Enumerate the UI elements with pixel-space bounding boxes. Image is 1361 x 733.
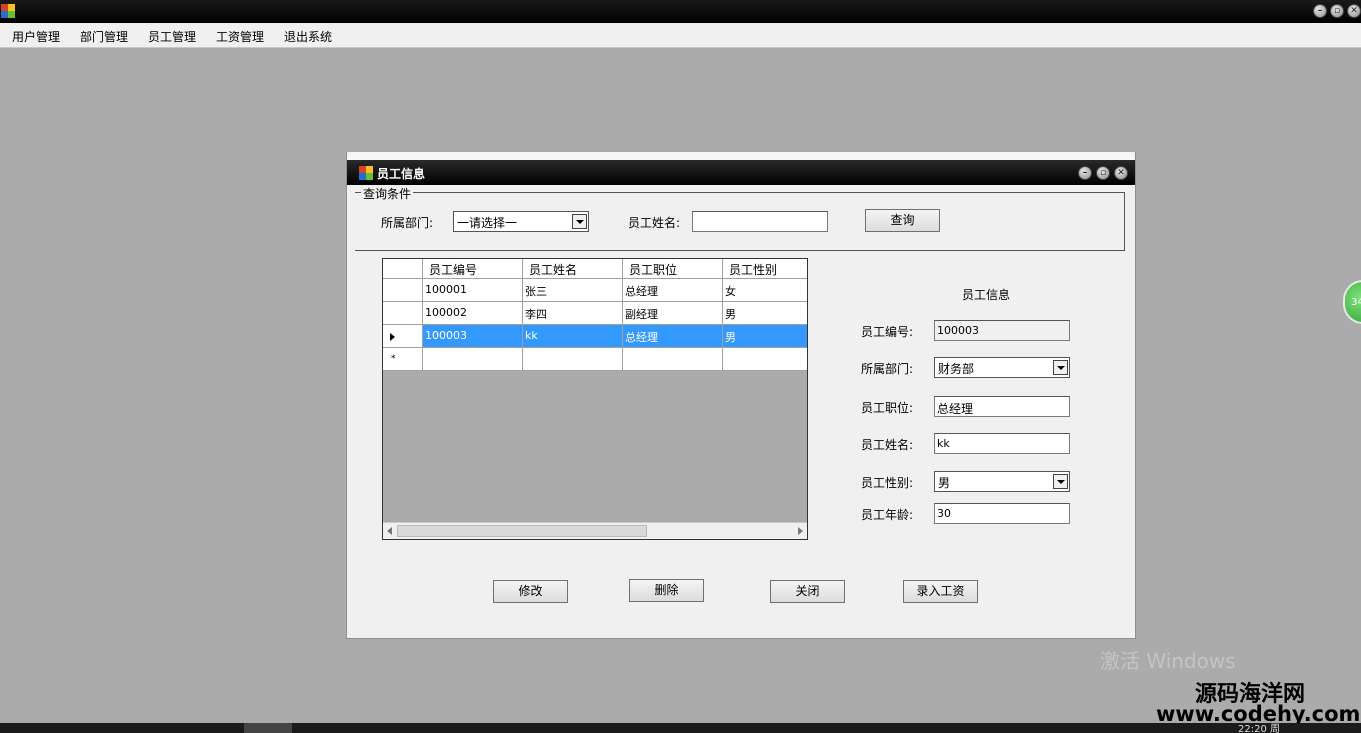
column-header-position[interactable]: 员工职位 (623, 259, 723, 279)
cell-id[interactable] (423, 348, 523, 371)
position-field[interactable]: 总经理 (934, 396, 1070, 417)
cell-position[interactable]: 总经理 (623, 279, 723, 302)
menu-user-management[interactable]: 用户管理 (12, 28, 60, 45)
menu-department-management[interactable]: 部门管理 (80, 28, 128, 45)
taskbar-clock: 22:20 周 (1238, 724, 1280, 733)
close-icon[interactable]: ✕ (1347, 4, 1361, 18)
name-field[interactable]: kk (934, 433, 1070, 454)
grid-header-row: 员工编号 员工姓名 员工职位 员工性别 (383, 259, 807, 279)
cell-position[interactable]: 副经理 (623, 302, 723, 325)
table-row-selected[interactable]: 100003 kk 总经理 男 (383, 325, 807, 348)
minimize-icon[interactable]: – (1313, 4, 1327, 18)
scroll-right-icon[interactable] (798, 527, 803, 535)
child-title-bar: 员工信息 – ▫ ✕ (347, 160, 1135, 185)
close-button[interactable]: 关闭 (770, 580, 845, 603)
scroll-left-icon[interactable] (387, 527, 392, 535)
menu-exit-system[interactable]: 退出系统 (284, 28, 332, 45)
chevron-down-icon[interactable] (1053, 474, 1068, 489)
column-header-name[interactable]: 员工姓名 (523, 259, 623, 279)
detail-name-label: 员工姓名: (861, 438, 914, 452)
cell-position[interactable] (623, 348, 723, 371)
cell-name[interactable]: kk (523, 325, 623, 348)
child-minimize-icon[interactable]: – (1078, 166, 1092, 180)
child-maximize-icon[interactable]: ▫ (1096, 166, 1110, 180)
cell-gender[interactable]: 男 (723, 325, 807, 348)
chevron-down-icon[interactable] (572, 214, 587, 229)
query-dept-combo[interactable]: 一请选择一 (453, 211, 589, 232)
enter-salary-button[interactable]: 录入工资 (903, 580, 978, 603)
new-row-marker: * (391, 354, 396, 364)
column-header-gender[interactable]: 员工性别 (723, 259, 807, 279)
query-groupbox: 查询条件 所属部门: 一请选择一 员工姓名: 查询 (355, 185, 1125, 251)
row-header[interactable] (383, 279, 423, 302)
cell-name[interactable] (523, 348, 623, 371)
cell-id[interactable]: 100002 (423, 302, 523, 325)
row-header[interactable]: * (383, 348, 423, 371)
cell-gender[interactable] (723, 348, 807, 371)
table-row[interactable]: 100002 李四 副经理 男 (383, 302, 807, 325)
current-row-arrow-icon (390, 333, 395, 341)
employee-id-field[interactable]: 100003 (934, 320, 1070, 341)
search-button[interactable]: 查询 (865, 209, 940, 232)
cell-name[interactable]: 李四 (523, 302, 623, 325)
row-header[interactable] (383, 302, 423, 325)
query-dept-label: 所属部门: (381, 216, 434, 230)
age-field[interactable]: 30 (934, 503, 1070, 524)
cell-name[interactable]: 张三 (523, 279, 623, 302)
restore-icon[interactable]: ▫ (1330, 4, 1344, 18)
query-group-label: 查询条件 (361, 185, 414, 202)
employee-grid[interactable]: 员工编号 员工姓名 员工职位 员工性别 100001 张三 总经理 女 1000… (382, 258, 808, 540)
taskbar: 22:20 周 (0, 723, 1361, 733)
menu-employee-management[interactable]: 员工管理 (148, 28, 196, 45)
table-row[interactable]: 100001 张三 总经理 女 (383, 279, 807, 302)
table-row-new[interactable]: * (383, 348, 807, 371)
cell-gender[interactable]: 男 (723, 302, 807, 325)
window-icon (359, 166, 373, 180)
child-close-icon[interactable]: ✕ (1114, 166, 1128, 180)
cell-id[interactable]: 100001 (423, 279, 523, 302)
detail-gender-label: 员工性别: (861, 476, 914, 490)
query-dept-value: 一请选择一 (457, 216, 518, 230)
query-name-label: 员工姓名: (628, 216, 681, 230)
detail-id-label: 员工编号: (861, 325, 914, 339)
column-header-id[interactable]: 员工编号 (423, 259, 523, 279)
query-name-input[interactable] (692, 211, 828, 232)
window-title: 员工信息 (377, 167, 426, 181)
row-header[interactable] (383, 325, 423, 348)
taskbar-button[interactable] (244, 723, 292, 733)
cell-position[interactable]: 总经理 (623, 325, 723, 348)
department-value: 财务部 (938, 362, 975, 376)
delete-button[interactable]: 删除 (629, 579, 704, 602)
menu-bar: 用户管理 部门管理 员工管理 工资管理 退出系统 (0, 23, 1361, 48)
floating-badge[interactable]: 34 (1343, 280, 1361, 324)
detail-position-label: 员工职位: (861, 401, 914, 415)
scroll-thumb[interactable] (397, 525, 647, 537)
main-title-bar: – ▫ ✕ (0, 0, 1361, 23)
app-icon (1, 4, 15, 18)
employee-info-window: 员工信息 – ▫ ✕ 查询条件 所属部门: 一请选择一 员工姓名: 查询 员工编… (346, 152, 1136, 639)
cell-id[interactable]: 100003 (423, 325, 523, 348)
chevron-down-icon[interactable] (1053, 360, 1068, 375)
gender-combo[interactable]: 男 (934, 471, 1070, 492)
modify-button[interactable]: 修改 (493, 580, 568, 603)
gender-value: 男 (938, 476, 951, 490)
horizontal-scrollbar[interactable] (383, 522, 807, 539)
detail-age-label: 员工年龄: (861, 508, 914, 522)
detail-dept-label: 所属部门: (861, 362, 914, 376)
activation-watermark: 激活 Windows (1100, 649, 1236, 673)
detail-heading: 员工信息 (962, 288, 1011, 302)
department-combo[interactable]: 财务部 (934, 357, 1070, 378)
cell-gender[interactable]: 女 (723, 279, 807, 302)
menu-salary-management[interactable]: 工资管理 (216, 28, 264, 45)
